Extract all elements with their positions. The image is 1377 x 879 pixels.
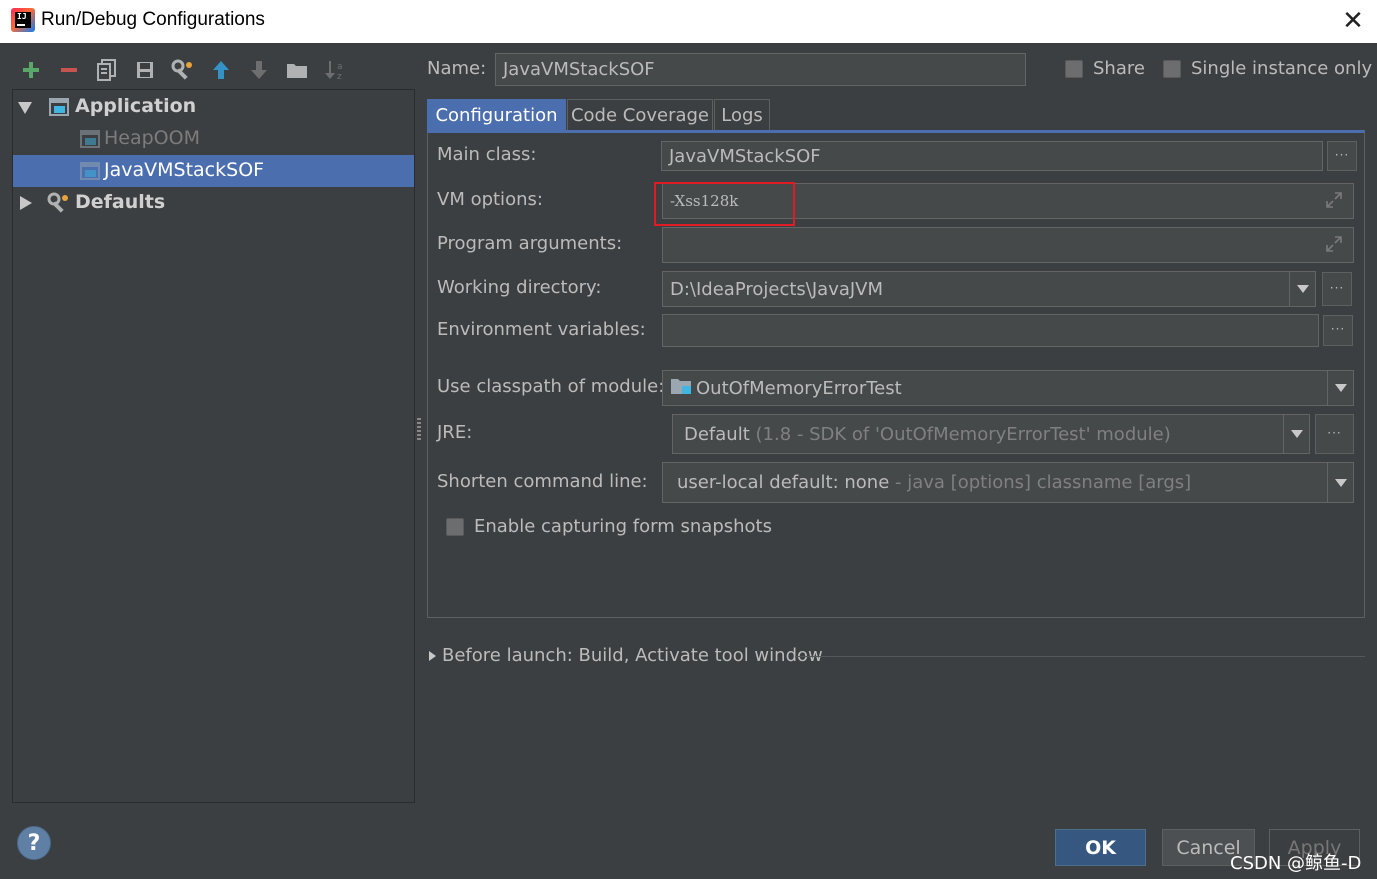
single-instance-label: Single instance only bbox=[1191, 58, 1373, 79]
jre-label: JRE: bbox=[437, 422, 473, 443]
wrench-icon bbox=[47, 192, 71, 219]
csdn-watermark: CSDN @鲸鱼-D bbox=[1230, 853, 1362, 874]
working-directory-browse-button[interactable]: ··· bbox=[1322, 272, 1352, 306]
move-up-icon[interactable] bbox=[207, 56, 235, 84]
program-arguments-input[interactable] bbox=[662, 227, 1354, 263]
tree-item-label: Application bbox=[75, 95, 197, 117]
snapshots-label: Enable capturing form snapshots bbox=[474, 516, 772, 537]
jre-browse-button[interactable]: ··· bbox=[1315, 414, 1354, 454]
classpath-module-select[interactable]: OutOfMemoryErrorTest bbox=[662, 370, 1354, 406]
vm-options-label: VM options: bbox=[437, 189, 543, 210]
chevron-down-icon[interactable] bbox=[1289, 272, 1315, 306]
shorten-detail: - java [options] classname [args] bbox=[895, 472, 1192, 493]
jre-value: Default bbox=[684, 423, 750, 445]
working-directory-label: Working directory: bbox=[437, 277, 602, 298]
config-toolbar: az bbox=[12, 52, 412, 88]
divider bbox=[795, 656, 1365, 657]
configuration-tree: Application HeapOOM JavaVMStackSOF Defau… bbox=[12, 89, 415, 803]
share-checkbox[interactable] bbox=[1065, 60, 1083, 78]
expand-arrow-icon bbox=[429, 650, 436, 661]
splitter-handle[interactable] bbox=[417, 418, 421, 440]
environment-variables-browse-button[interactable]: ··· bbox=[1323, 315, 1353, 346]
tree-item-application[interactable]: Application bbox=[13, 91, 414, 123]
expand-arrow-icon[interactable] bbox=[20, 196, 32, 210]
main-class-input[interactable]: JavaVMStackSOF bbox=[661, 141, 1323, 171]
tab-configuration[interactable]: Configuration bbox=[427, 99, 566, 131]
tree-item-defaults[interactable]: Defaults bbox=[13, 187, 414, 219]
expand-field-icon[interactable] bbox=[1325, 191, 1343, 209]
jre-select[interactable]: Default (1.8 - SDK of 'OutOfMemoryErrorT… bbox=[672, 414, 1310, 454]
chevron-down-icon[interactable] bbox=[1283, 415, 1309, 453]
save-icon[interactable] bbox=[131, 56, 159, 84]
working-directory-input[interactable]: D:\IdeaProjects\JavaJVM bbox=[662, 271, 1316, 307]
environment-variables-label: Environment variables: bbox=[437, 319, 646, 340]
copy-icon[interactable] bbox=[93, 56, 121, 84]
intellij-logo-icon: IJ bbox=[11, 8, 35, 32]
expand-field-icon[interactable] bbox=[1325, 235, 1343, 253]
remove-icon[interactable] bbox=[55, 56, 83, 84]
window-title: Run/Debug Configurations bbox=[41, 9, 265, 30]
module-folder-icon bbox=[670, 377, 692, 400]
vm-options-highlight-box bbox=[654, 182, 795, 226]
program-arguments-label: Program arguments: bbox=[437, 233, 623, 254]
tree-item-label: JavaVMStackSOF bbox=[104, 159, 265, 181]
working-directory-value: D:\IdeaProjects\JavaJVM bbox=[670, 278, 884, 300]
help-icon[interactable]: ? bbox=[17, 826, 51, 860]
expand-arrow-icon[interactable] bbox=[18, 102, 32, 114]
environment-variables-input[interactable] bbox=[662, 314, 1319, 347]
tab-code-coverage[interactable]: Code Coverage bbox=[567, 99, 713, 131]
name-input[interactable]: JavaVMStackSOF bbox=[495, 53, 1026, 86]
main-class-label: Main class: bbox=[437, 144, 537, 165]
edit-defaults-icon[interactable] bbox=[169, 56, 197, 84]
title-bar: IJ Run/Debug Configurations ✕ bbox=[0, 0, 1377, 43]
svg-text:z: z bbox=[337, 72, 342, 81]
single-instance-checkbox[interactable] bbox=[1163, 60, 1181, 78]
application-icon bbox=[80, 130, 100, 148]
svg-text:a: a bbox=[337, 62, 343, 72]
share-label: Share bbox=[1093, 58, 1145, 79]
classpath-module-value: OutOfMemoryErrorTest bbox=[696, 377, 902, 399]
move-down-icon[interactable] bbox=[245, 56, 273, 84]
tree-item-label: HeapOOM bbox=[104, 127, 200, 149]
chevron-down-icon[interactable] bbox=[1327, 371, 1353, 405]
snapshots-checkbox[interactable] bbox=[446, 518, 464, 536]
sort-icon[interactable]: az bbox=[321, 56, 349, 84]
folder-icon[interactable] bbox=[283, 56, 311, 84]
application-icon bbox=[49, 98, 69, 116]
before-launch-label: Before launch: Build, Activate tool wind… bbox=[442, 645, 823, 666]
classpath-module-label: Use classpath of module: bbox=[437, 376, 665, 397]
jre-detail: (1.8 - SDK of 'OutOfMemoryErrorTest' mod… bbox=[755, 423, 1171, 445]
add-icon[interactable] bbox=[17, 56, 45, 84]
tab-logs[interactable]: Logs bbox=[714, 99, 770, 131]
shorten-command-line-label: Shorten command line: bbox=[437, 471, 648, 492]
ok-button[interactable]: OK bbox=[1055, 829, 1146, 866]
tree-item-heapoom[interactable]: HeapOOM bbox=[13, 123, 414, 155]
main-class-browse-button[interactable]: ··· bbox=[1327, 141, 1357, 171]
close-icon[interactable]: ✕ bbox=[1338, 6, 1368, 36]
application-icon bbox=[80, 162, 100, 180]
tree-item-javavmstacksof[interactable]: JavaVMStackSOF bbox=[13, 155, 414, 187]
name-label: Name: bbox=[427, 58, 487, 79]
shorten-value: user-local default: none bbox=[677, 472, 890, 493]
shorten-command-line-select[interactable]: user-local default: none - java [options… bbox=[662, 462, 1354, 503]
before-launch-section[interactable]: Before launch: Build, Activate tool wind… bbox=[429, 645, 823, 666]
chevron-down-icon[interactable] bbox=[1327, 463, 1353, 502]
tree-item-label: Defaults bbox=[75, 191, 166, 213]
